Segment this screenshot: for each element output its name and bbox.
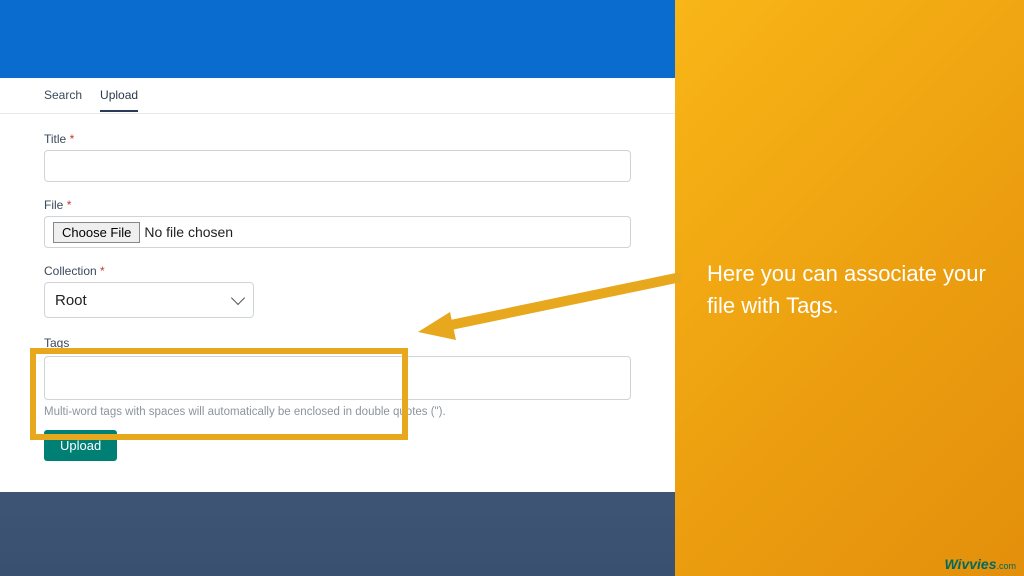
tags-field-group: Tags Multi-word tags with spaces will au… [44,334,631,418]
title-field-group: Title * [44,132,631,182]
file-field-group: File * Choose File No file chosen [44,198,631,248]
brand-name: Wivvies [944,556,996,572]
title-label: Title * [44,132,631,146]
collection-label: Collection * [44,264,631,278]
annotation-text: Here you can associate your file with Ta… [707,258,994,322]
file-label-text: File [44,198,63,212]
required-star: * [100,264,105,278]
tab-bar: Search Upload [0,78,675,114]
brand-logo: Wivvies.com [944,556,1016,572]
collection-select[interactable]: Root [44,282,254,318]
tab-search[interactable]: Search [44,88,82,110]
annotation-sidebar: Here you can associate your file with Ta… [675,0,1024,576]
collection-field-group: Collection * Root [44,264,631,318]
file-label: File * [44,198,631,212]
chevron-down-icon [231,291,245,305]
tab-upload[interactable]: Upload [100,88,138,112]
file-input[interactable]: Choose File No file chosen [44,216,631,248]
title-input[interactable] [44,150,631,182]
tags-label: Tags [44,336,69,350]
collection-label-text: Collection [44,264,97,278]
tags-hint: Multi-word tags with spaces will automat… [44,406,631,418]
choose-file-button[interactable]: Choose File [53,222,140,243]
app-header [0,0,675,78]
collection-value: Root [55,292,87,309]
brand-domain: .com [996,561,1016,571]
no-file-text: No file chosen [144,224,233,240]
upload-button[interactable]: Upload [44,430,117,461]
upload-form-panel: Search Upload Title * File * Choose File… [0,78,675,492]
required-star: * [67,198,72,212]
form-area: Title * File * Choose File No file chose… [0,114,675,461]
title-label-text: Title [44,132,66,146]
tags-input[interactable] [44,356,631,400]
required-star: * [70,132,75,146]
